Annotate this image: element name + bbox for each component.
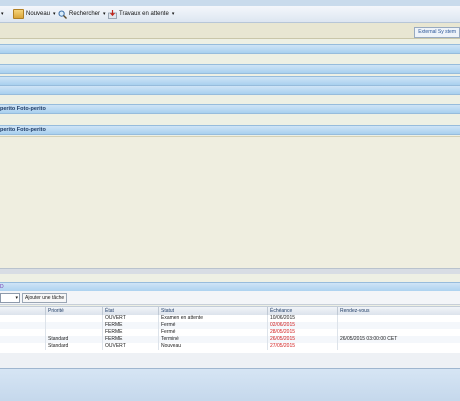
section-bar[interactable]	[0, 64, 460, 74]
cell-due: 10/06/2015	[267, 315, 337, 322]
cell-priority	[45, 315, 102, 322]
column-header-priority[interactable]: Priorité	[45, 307, 102, 315]
search-menu-label: Rechercher	[69, 11, 101, 17]
column-header-appointment[interactable]: Rendez-vous	[337, 307, 460, 315]
cell-state: OUVERT	[102, 343, 158, 350]
address-bar	[0, 23, 460, 39]
panel-splitter[interactable]	[0, 268, 460, 274]
tasks-filter-row	[0, 291, 460, 305]
cell-due: 28/05/2015	[267, 329, 337, 336]
new-folder-icon	[13, 9, 24, 19]
cell-appointment	[337, 315, 460, 322]
cell-status: Examen en attente	[158, 315, 267, 322]
cell-due: 26/05/2015	[267, 336, 337, 343]
new-menu-button[interactable]: Nouveau ▾	[13, 9, 56, 19]
tasks-table-body: OUVERT Examen en attente 10/06/2015 FERM…	[0, 315, 460, 353]
pending-jobs-icon	[108, 10, 117, 19]
chevron-down-icon: ▾	[103, 11, 106, 17]
cell-due: 27/05/2015	[267, 343, 337, 350]
table-empty-area	[0, 353, 460, 368]
cell-appointment: 26/05/2015 03:00:00 CET	[337, 336, 460, 343]
table-row[interactable]: Standard OUVERT Nouveau 27/05/2015	[0, 343, 460, 350]
cell-status: Fermé	[158, 329, 267, 336]
table-row[interactable]: OUVERT Examen en attente 10/06/2015	[0, 315, 460, 322]
cell-state: FERMÉ	[102, 329, 158, 336]
chevron-down-icon: ▾	[171, 11, 175, 17]
footer-panel	[0, 368, 460, 401]
cell-priority	[45, 329, 102, 336]
cell-appointment	[337, 343, 460, 350]
column-header-due[interactable]: Échéance	[267, 307, 337, 315]
cell-priority	[45, 322, 102, 329]
external-system-button[interactable]: External Sy stem	[414, 27, 460, 38]
search-icon	[58, 10, 67, 19]
add-task-button[interactable]: Ajouter une tâche	[22, 293, 68, 303]
table-row[interactable]: FERMÉ Fermé 28/05/2015	[0, 329, 460, 336]
cell-status: Nouveau	[158, 343, 267, 350]
table-row[interactable]: Standard FERMÉ Terminé 26/05/2015 26/05/…	[0, 336, 460, 343]
section-label: perito Foto-perito	[0, 106, 46, 112]
content-panel	[0, 136, 460, 269]
section-bar-foto-perito[interactable]: perito Foto-perito	[0, 104, 460, 114]
pending-jobs-button[interactable]: Travaux en attente ▾	[108, 9, 174, 19]
column-header-state[interactable]: État	[102, 307, 158, 315]
cell-due: 02/06/2015	[267, 322, 337, 329]
main-toolbar: ▾ Nouveau ▾ Rechercher ▾ Travaux en attent…	[0, 6, 460, 23]
search-menu-button[interactable]: Rechercher ▾	[58, 9, 106, 19]
cell-priority: Standard	[45, 336, 102, 343]
task-filter-select[interactable]: ▾	[0, 293, 20, 303]
cell-state: OUVERT	[102, 315, 158, 322]
section-bar[interactable]	[0, 44, 460, 54]
pending-jobs-label: Travaux en attente	[119, 11, 169, 17]
section-bar-foto-perito[interactable]: perito Foto-perito	[0, 125, 460, 135]
cell-appointment	[337, 322, 460, 329]
table-row[interactable]: FERMÉ Fermé 02/06/2015	[0, 322, 460, 329]
chevron-down-icon: ▾	[15, 295, 18, 301]
new-menu-label: Nouveau	[26, 11, 51, 17]
cell-state: FERMÉ	[102, 336, 158, 343]
column-header-status[interactable]: Statut	[158, 307, 267, 315]
cell-priority: Standard	[45, 343, 102, 350]
section-bar[interactable]	[0, 85, 460, 95]
cell-appointment	[337, 329, 460, 336]
cell-state: FERMÉ	[102, 322, 158, 329]
toolbar-overflow-caret[interactable]: ▾	[0, 9, 4, 19]
cell-status: Fermé	[158, 322, 267, 329]
cell-status: Terminé	[158, 336, 267, 343]
section-label: perito Foto-perito	[0, 127, 46, 133]
chevron-down-icon: ▾	[53, 11, 56, 17]
